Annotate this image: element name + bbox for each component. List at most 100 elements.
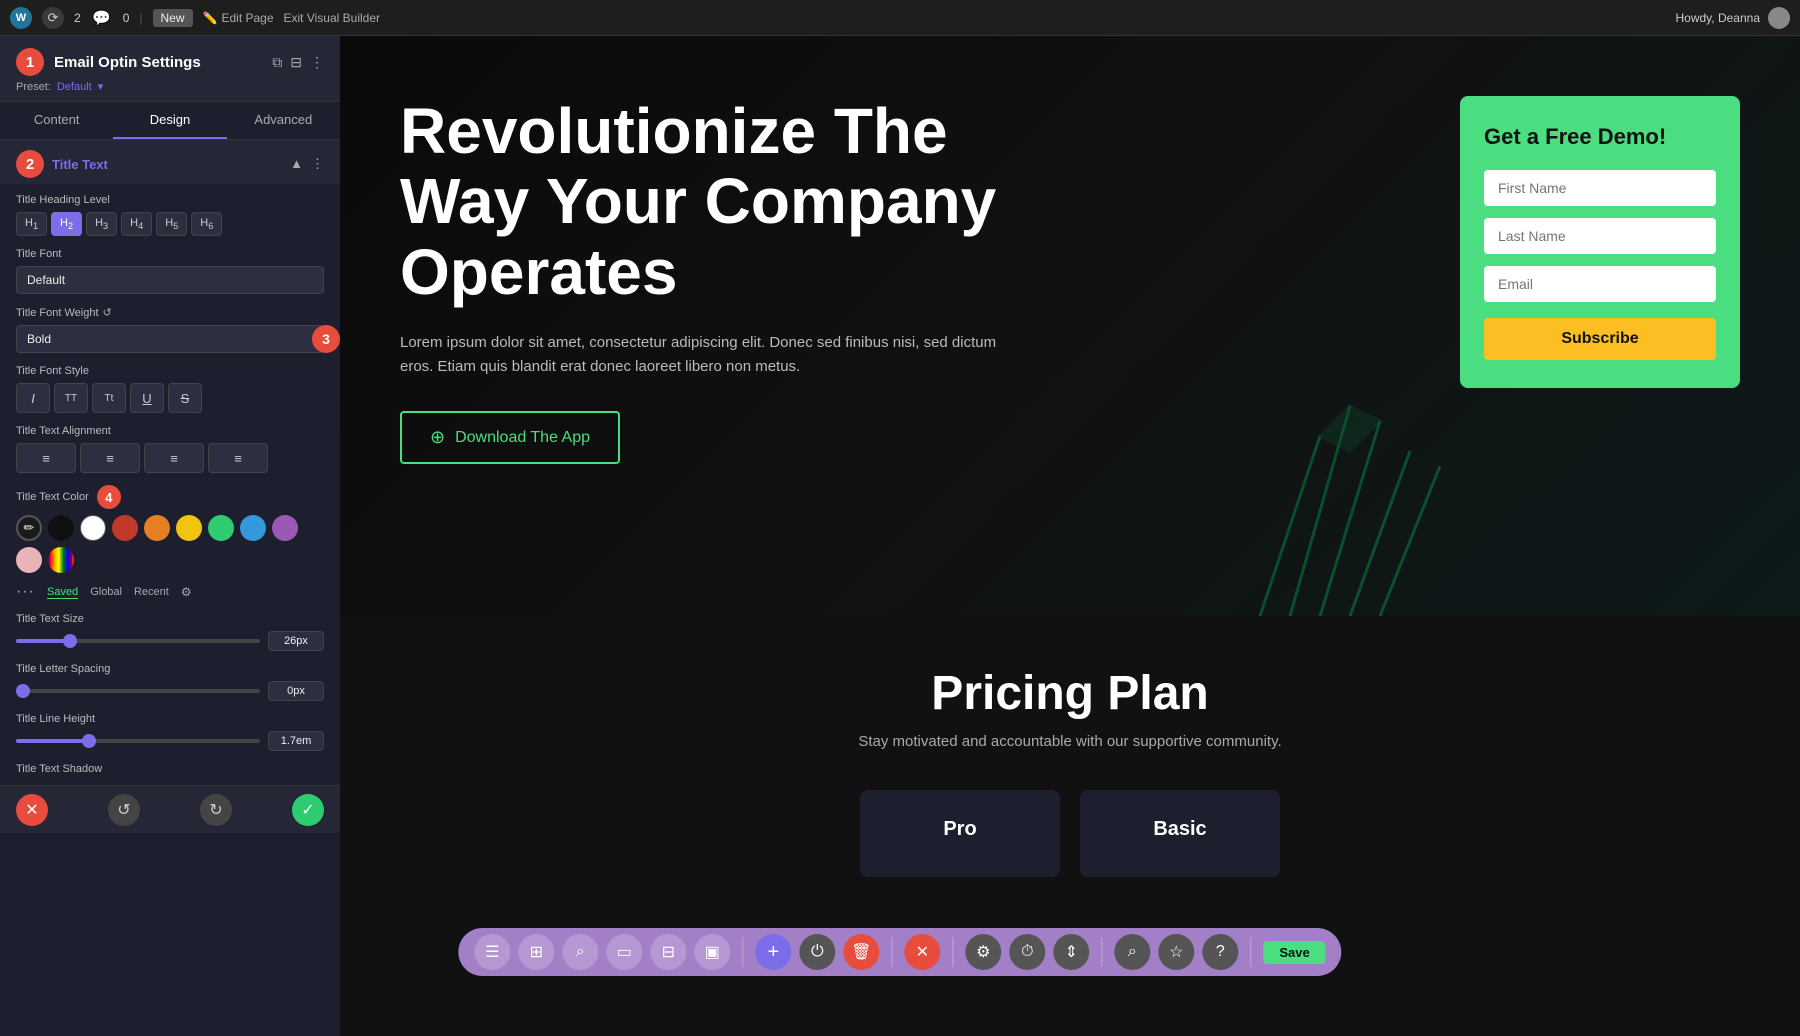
h6-btn[interactable]: H6 bbox=[191, 212, 222, 236]
color-pink[interactable] bbox=[16, 547, 42, 573]
underline-btn[interactable]: U bbox=[130, 383, 164, 413]
toolbar-columns-btn[interactable]: ⇕ bbox=[1053, 934, 1089, 970]
tab-design[interactable]: Design bbox=[113, 102, 226, 139]
toolbar-help-btn[interactable]: ? bbox=[1202, 934, 1238, 970]
toolbar-close-btn[interactable]: ✕ bbox=[904, 934, 940, 970]
color-yellow[interactable] bbox=[176, 515, 202, 541]
toolbar-menu-btn[interactable]: ☰ bbox=[474, 934, 510, 970]
comments-icon[interactable]: 💬 bbox=[91, 7, 113, 29]
section-header: 2 Title Text ▲ ⋮ bbox=[0, 140, 340, 184]
strikethrough-btn[interactable]: S bbox=[168, 383, 202, 413]
toolbar-mobile-btn[interactable]: ▣ bbox=[694, 934, 730, 970]
pricing-cards: Pro Basic bbox=[400, 790, 1740, 877]
download-app-button[interactable]: ⊕ Download The App bbox=[400, 411, 620, 464]
color-blue[interactable] bbox=[240, 515, 266, 541]
wordpress-icon[interactable]: W bbox=[10, 7, 32, 29]
site-icon[interactable]: ⟳ bbox=[42, 7, 64, 29]
color-green[interactable] bbox=[208, 515, 234, 541]
color-tab-global[interactable]: Global bbox=[90, 586, 122, 598]
undo-button[interactable]: ↺ bbox=[108, 794, 140, 826]
columns-icon[interactable]: ⊟ bbox=[290, 54, 302, 71]
tab-content[interactable]: Content bbox=[0, 102, 113, 139]
toolbar-grid-btn[interactable]: ⊞ bbox=[518, 934, 554, 970]
sidebar-title: Email Optin Settings bbox=[54, 54, 201, 71]
edit-page-link[interactable]: ✏️ Edit Page bbox=[203, 11, 274, 25]
main-layout: 1 Email Optin Settings ⧉ ⊟ ⋮ Preset: Def… bbox=[0, 36, 1800, 1036]
toolbar-separator-1 bbox=[742, 937, 743, 967]
letter-spacing-value[interactable] bbox=[268, 681, 324, 701]
tt2-btn[interactable]: Tt bbox=[92, 383, 126, 413]
toolbar-history-btn[interactable]: ⏱ bbox=[1009, 934, 1045, 970]
line-height-thumb[interactable] bbox=[82, 734, 96, 748]
close-button[interactable]: ✕ bbox=[16, 794, 48, 826]
last-name-input[interactable] bbox=[1484, 218, 1716, 254]
three-dots[interactable]: ··· bbox=[16, 583, 35, 601]
content-area: Revolutionize The Way Your Company Opera… bbox=[340, 36, 1800, 1036]
refresh-icon[interactable]: ↺ bbox=[103, 306, 112, 319]
color-tab-recent[interactable]: Recent bbox=[134, 586, 169, 598]
tt-btn[interactable]: TT bbox=[54, 383, 88, 413]
color-purple[interactable] bbox=[272, 515, 298, 541]
email-input[interactable] bbox=[1484, 266, 1716, 302]
toolbar-power-btn[interactable]: ⏻ bbox=[799, 934, 835, 970]
section-more-icon[interactable]: ⋮ bbox=[311, 156, 324, 172]
exit-builder-link[interactable]: Exit Visual Builder bbox=[284, 11, 381, 25]
redo-button[interactable]: ↻ bbox=[200, 794, 232, 826]
color-darkred[interactable] bbox=[112, 515, 138, 541]
preset-arrow[interactable]: ▾ bbox=[98, 80, 104, 93]
color-white[interactable] bbox=[80, 515, 106, 541]
color-pencil[interactable]: ✏ bbox=[16, 515, 42, 541]
h1-btn[interactable]: H1 bbox=[16, 212, 47, 236]
h3-btn[interactable]: H3 bbox=[86, 212, 117, 236]
color-tab-saved[interactable]: Saved bbox=[47, 586, 78, 599]
user-avatar[interactable] bbox=[1768, 7, 1790, 29]
color-settings-icon[interactable]: ⚙ bbox=[181, 585, 192, 599]
sidebar: 1 Email Optin Settings ⧉ ⊟ ⋮ Preset: Def… bbox=[0, 36, 340, 1036]
section-title: Title Text bbox=[52, 157, 108, 172]
text-size-value[interactable] bbox=[268, 631, 324, 651]
confirm-button[interactable]: ✓ bbox=[292, 794, 324, 826]
line-height-track[interactable] bbox=[16, 739, 260, 743]
align-right-btn[interactable]: ≡ bbox=[144, 443, 204, 473]
collapse-icon[interactable]: ▲ bbox=[290, 156, 303, 172]
color-swatches: ✏ bbox=[16, 515, 324, 573]
new-button[interactable]: New bbox=[153, 9, 193, 27]
toolbar-tablet-btn[interactable]: ⊟ bbox=[650, 934, 686, 970]
first-name-input[interactable] bbox=[1484, 170, 1716, 206]
text-color-row: Title Text Color 4 ✏ bbox=[16, 485, 324, 601]
preset-value[interactable]: Default bbox=[57, 81, 92, 93]
text-size-track[interactable] bbox=[16, 639, 260, 643]
toolbar-desktop-btn[interactable]: ▭ bbox=[606, 934, 642, 970]
save-button[interactable]: Save bbox=[1263, 941, 1325, 964]
align-justify-btn[interactable]: ≡ bbox=[208, 443, 268, 473]
preset-label: Preset: bbox=[16, 81, 51, 93]
toolbar-delete-btn[interactable]: 🗑 bbox=[843, 934, 879, 970]
align-left-btn[interactable]: ≡ bbox=[16, 443, 76, 473]
tab-advanced[interactable]: Advanced bbox=[227, 102, 340, 139]
align-center-btn[interactable]: ≡ bbox=[80, 443, 140, 473]
copy-icon[interactable]: ⧉ bbox=[272, 54, 282, 71]
toolbar-add-btn[interactable]: + bbox=[755, 934, 791, 970]
letter-spacing-thumb[interactable] bbox=[16, 684, 30, 698]
pricing-title: Pricing Plan bbox=[400, 666, 1740, 721]
subscribe-button[interactable]: Subscribe bbox=[1484, 318, 1716, 360]
font-weight-input[interactable] bbox=[16, 325, 324, 353]
italic-btn[interactable]: I bbox=[16, 383, 50, 413]
letter-spacing-track[interactable] bbox=[16, 689, 260, 693]
sidebar-header: 1 Email Optin Settings ⧉ ⊟ ⋮ Preset: Def… bbox=[0, 36, 340, 102]
h2-btn[interactable]: H2 bbox=[51, 212, 82, 236]
color-custom[interactable] bbox=[48, 547, 74, 573]
text-size-thumb[interactable] bbox=[63, 634, 77, 648]
title-font-select[interactable]: Default Arial Georgia bbox=[16, 266, 324, 294]
line-height-value[interactable] bbox=[268, 731, 324, 751]
howdy-label: Howdy, Deanna bbox=[1676, 11, 1761, 25]
toolbar-zoom-btn[interactable]: ⌕ bbox=[1114, 934, 1150, 970]
h5-btn[interactable]: H5 bbox=[156, 212, 187, 236]
more-icon[interactable]: ⋮ bbox=[310, 54, 324, 71]
color-orange[interactable] bbox=[144, 515, 170, 541]
toolbar-star-btn[interactable]: ☆ bbox=[1158, 934, 1194, 970]
toolbar-settings-btn[interactable]: ⚙ bbox=[965, 934, 1001, 970]
h4-btn[interactable]: H4 bbox=[121, 212, 152, 236]
color-black[interactable] bbox=[48, 515, 74, 541]
toolbar-search-btn[interactable]: ⌕ bbox=[562, 934, 598, 970]
